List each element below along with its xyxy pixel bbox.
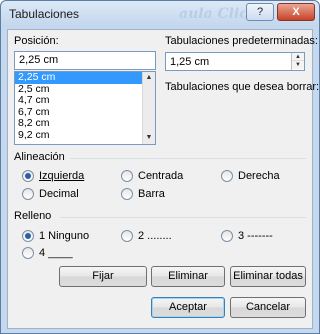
clear-all-button[interactable]: Eliminar todas bbox=[230, 266, 306, 287]
position-list[interactable]: 2,25 cm 2,5 cm 4,7 cm 6,7 cm 8,2 cm 9,2 … bbox=[14, 71, 156, 145]
align-bar-label[interactable]: Barra bbox=[138, 188, 165, 200]
leader-dots-label[interactable]: 2 ........ bbox=[138, 230, 172, 242]
list-scrollbar[interactable]: ▲ ▼ bbox=[142, 72, 155, 144]
leader-dashes-radio[interactable] bbox=[221, 230, 233, 242]
default-tabs-label: Tabulaciones predeterminadas: bbox=[165, 35, 318, 47]
set-button[interactable]: Fijar bbox=[59, 266, 147, 287]
align-bar-radio[interactable] bbox=[121, 188, 133, 200]
ok-button[interactable]: Aceptar bbox=[151, 297, 225, 318]
default-tabs-value: 1,25 cm bbox=[170, 56, 210, 68]
list-item[interactable]: 8,2 cm bbox=[15, 117, 155, 130]
leader-line-radio[interactable] bbox=[22, 247, 34, 259]
default-tabs-spinner[interactable]: 1,25 cm ▲ ▼ bbox=[165, 52, 305, 71]
spin-down-icon[interactable]: ▼ bbox=[292, 61, 304, 69]
leader-divider bbox=[60, 217, 306, 218]
leader-none-radio[interactable] bbox=[22, 230, 34, 242]
align-left-label[interactable]: Izquierda bbox=[39, 170, 84, 182]
position-input-value: 2,25 cm bbox=[19, 54, 59, 66]
list-item[interactable]: 2,25 cm bbox=[15, 72, 155, 84]
align-right-radio[interactable] bbox=[221, 170, 233, 182]
title-bar: Tabulaciones aula Clic ? X bbox=[1, 1, 319, 27]
alignment-divider bbox=[70, 158, 306, 159]
help-icon: ? bbox=[256, 6, 264, 18]
cancel-button[interactable]: Cancelar bbox=[230, 297, 306, 318]
leader-dots-radio[interactable] bbox=[121, 230, 133, 242]
align-center-label[interactable]: Centrada bbox=[138, 170, 183, 182]
dialog-title: Tabulaciones bbox=[9, 7, 80, 21]
clear-button[interactable]: Eliminar bbox=[151, 266, 225, 287]
tabs-dialog: Tabulaciones aula Clic ? X Posición: 2,2… bbox=[0, 0, 320, 334]
leader-none-label[interactable]: 1 Ninguno bbox=[39, 230, 89, 242]
tabs-to-clear-label: Tabulaciones que desea borrar: bbox=[165, 81, 320, 93]
align-right-label[interactable]: Derecha bbox=[238, 170, 280, 182]
position-input[interactable]: 2,25 cm bbox=[14, 51, 156, 70]
scroll-up-icon[interactable]: ▲ bbox=[143, 72, 155, 84]
leader-heading: Relleno bbox=[14, 210, 52, 222]
align-left-radio[interactable] bbox=[22, 170, 34, 182]
help-button[interactable]: ? bbox=[246, 3, 274, 21]
position-label: Posición: bbox=[14, 35, 59, 47]
leader-dashes-label[interactable]: 3 ------- bbox=[238, 230, 273, 242]
spin-up-icon[interactable]: ▲ bbox=[292, 53, 304, 61]
list-item[interactable]: 4,7 cm bbox=[15, 94, 155, 107]
alignment-heading: Alineación bbox=[14, 151, 65, 163]
align-decimal-radio[interactable] bbox=[22, 188, 34, 200]
scroll-down-icon[interactable]: ▼ bbox=[143, 132, 155, 144]
close-icon: X bbox=[292, 6, 300, 18]
close-button[interactable]: X bbox=[277, 3, 315, 21]
spinner-buttons: ▲ ▼ bbox=[291, 53, 304, 70]
align-decimal-label[interactable]: Decimal bbox=[39, 188, 79, 200]
align-center-radio[interactable] bbox=[121, 170, 133, 182]
list-item[interactable]: 9,2 cm bbox=[15, 129, 155, 142]
dialog-body: Posición: 2,25 cm 2,25 cm 2,5 cm 4,7 cm … bbox=[7, 29, 319, 329]
leader-line-label[interactable]: 4 ____ bbox=[39, 247, 73, 259]
